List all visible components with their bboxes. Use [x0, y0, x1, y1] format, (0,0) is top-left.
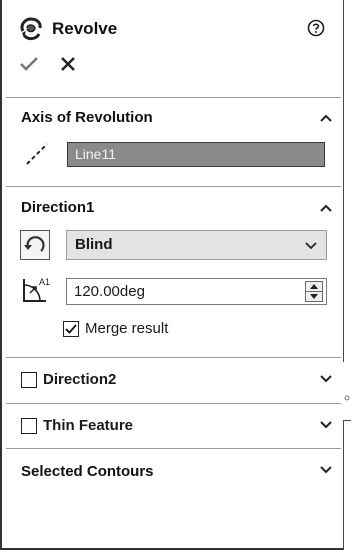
angle-value: 120.00deg: [74, 283, 145, 300]
section-title-direction1[interactable]: Direction1: [21, 199, 94, 216]
spinner-down-icon[interactable]: [309, 293, 319, 300]
help-icon[interactable]: [307, 19, 325, 37]
svg-text:A1: A1: [39, 277, 50, 287]
angle-icon: A1: [23, 277, 50, 302]
panel-header: Revolve: [18, 14, 117, 44]
page-title: Revolve: [52, 19, 118, 38]
chevron-down-icon[interactable]: [319, 374, 333, 384]
chevron-up-icon[interactable]: [319, 113, 333, 123]
section-title-thin-feature: Thin Feature: [43, 417, 134, 434]
chevron-up-icon[interactable]: [319, 203, 333, 213]
checkmark-icon: [65, 323, 77, 334]
property-manager-panel: Revolve Axis of Revolution Line11 Direct…: [3, 0, 343, 548]
merge-result-label: Merge result: [85, 320, 169, 337]
axis-selection-field[interactable]: Line11: [67, 142, 325, 167]
direction2-checkbox[interactable]: [21, 371, 37, 388]
close-icon[interactable]: [60, 56, 76, 72]
merge-result-checkbox[interactable]: [63, 320, 79, 337]
divider: [6, 97, 341, 98]
panel-right-border-lower: [343, 420, 344, 550]
end-condition-value: Blind: [75, 236, 113, 253]
chevron-down-icon[interactable]: [319, 420, 333, 430]
divider: [6, 186, 341, 187]
panel-left-border: [0, 0, 2, 550]
merge-result-row[interactable]: Merge result: [63, 320, 168, 337]
axis-line-icon: [26, 143, 48, 165]
action-bar: [20, 56, 76, 72]
divider: [6, 403, 341, 404]
chevron-down-icon[interactable]: [319, 465, 333, 475]
angle-spinner[interactable]: [305, 281, 323, 302]
section-title-selected-contours[interactable]: Selected Contours: [21, 463, 154, 480]
section-title-axis[interactable]: Axis of Revolution: [21, 109, 153, 126]
divider: [6, 357, 341, 358]
end-condition-select[interactable]: Blind: [66, 230, 327, 260]
chevron-down-icon: [305, 242, 317, 250]
revolve-icon: [20, 17, 42, 41]
thin-feature-row[interactable]: Thin Feature: [21, 417, 133, 434]
thin-feature-checkbox[interactable]: [21, 417, 37, 434]
section-title-direction2: Direction2: [43, 371, 117, 388]
angle-input[interactable]: 120.00deg: [66, 278, 327, 305]
spinner-up-icon[interactable]: [309, 283, 319, 290]
checkmark-icon[interactable]: [20, 56, 38, 72]
divider: [6, 448, 341, 449]
direction2-row[interactable]: Direction2: [21, 371, 116, 388]
panel-right-cap: [343, 420, 351, 421]
resize-handle-icon[interactable]: [344, 393, 350, 403]
reverse-direction-icon[interactable]: [20, 230, 50, 260]
panel-right-border: [343, 0, 344, 362]
